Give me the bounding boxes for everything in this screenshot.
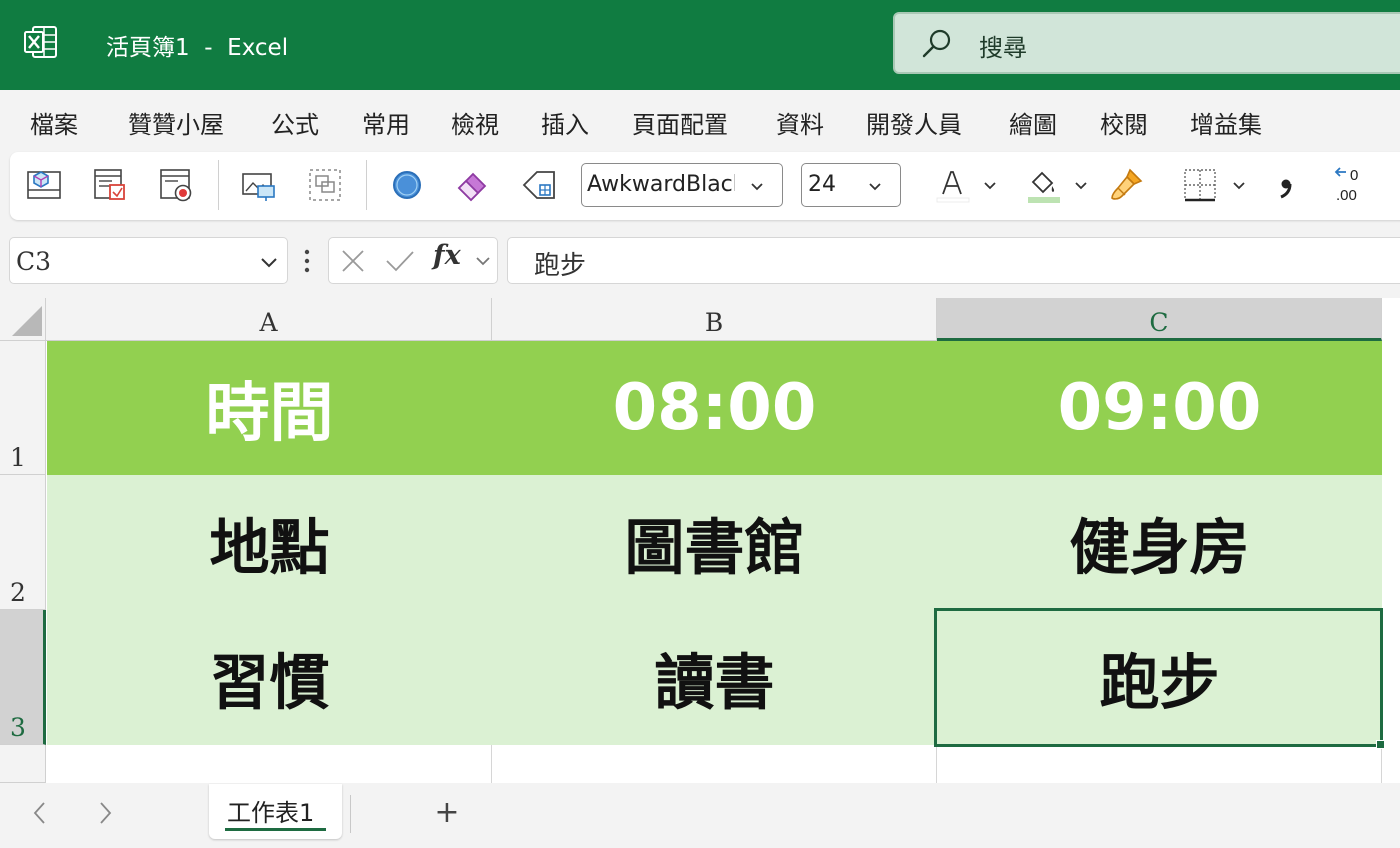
search-box[interactable]: 搜尋 — [893, 12, 1400, 74]
search-icon — [922, 29, 951, 58]
cell-a3[interactable]: 習慣 — [47, 610, 492, 745]
cell-value: 08:00 — [612, 371, 817, 445]
select-all-button[interactable] — [0, 298, 46, 341]
menu-item-developer[interactable]: 開發人員 — [866, 105, 962, 140]
format-painter-icon[interactable] — [1108, 166, 1146, 204]
chevron-down-icon — [869, 183, 881, 191]
3d-box-icon[interactable] — [26, 166, 64, 204]
search-placeholder: 搜尋 — [979, 34, 1027, 62]
cell-b3[interactable]: 讀書 — [492, 610, 937, 745]
chevron-down-icon[interactable] — [1232, 181, 1246, 191]
cell-c2[interactable]: 健身房 — [937, 475, 1382, 610]
row-header-1[interactable]: 1 — [0, 341, 46, 475]
cell-value: 09:00 — [1057, 371, 1262, 445]
decrease-decimal-label: .00 — [1336, 187, 1357, 204]
menu-item-file[interactable]: 檔案 — [30, 105, 78, 140]
name-box[interactable]: C3 — [9, 237, 288, 284]
cell-value: 地點 — [209, 513, 330, 583]
font-name-select[interactable]: AwkwardBlack — [581, 163, 783, 207]
row-header-label: 2 — [10, 578, 26, 607]
row-header-label: 3 — [10, 713, 26, 742]
menu-item-view[interactable]: 檢視 — [451, 105, 499, 140]
page-layout-icon[interactable] — [92, 166, 130, 204]
cell-b4[interactable] — [492, 745, 937, 783]
row-header-3[interactable]: 3 — [0, 610, 46, 745]
formula-buttons: fx — [328, 237, 498, 284]
insert-function-button[interactable]: fx — [433, 240, 461, 271]
cell-a4[interactable] — [47, 745, 492, 783]
comma-style-icon[interactable] — [1266, 166, 1304, 204]
chevron-down-icon — [261, 258, 277, 268]
ribbon-separator — [366, 160, 367, 210]
row-header-label: 1 — [10, 443, 26, 472]
font-size-value: 24 — [808, 172, 836, 197]
sheet-tab[interactable]: 工作表1 — [209, 784, 342, 839]
window-title: 活頁簿1 - Excel — [106, 35, 289, 61]
cell-b1[interactable]: 08:00 — [492, 341, 937, 475]
record-macro-icon[interactable] — [158, 166, 196, 204]
chevron-left-icon[interactable] — [30, 800, 50, 826]
cell-a2[interactable]: 地點 — [47, 475, 492, 610]
select-all-triangle-icon — [12, 306, 42, 336]
active-tab-underline — [225, 828, 326, 831]
borders-icon[interactable] — [1181, 166, 1219, 204]
eraser-icon[interactable] — [454, 166, 492, 204]
chevron-down-icon[interactable] — [1074, 181, 1088, 191]
group-objects-icon[interactable] — [306, 166, 344, 204]
more-options-icon[interactable] — [302, 247, 312, 275]
tag-icon[interactable] — [520, 166, 558, 204]
active-cell-border — [934, 608, 1383, 747]
fill-color-icon[interactable] — [1025, 166, 1063, 204]
cell-c4[interactable] — [937, 745, 1382, 783]
circle-shape-icon[interactable] — [388, 166, 426, 204]
column-header-b[interactable]: B — [492, 298, 937, 341]
menu-item-page-layout[interactable]: 頁面配置 — [632, 105, 728, 140]
menu-item-draw[interactable]: 繪圖 — [1009, 105, 1057, 140]
chevron-right-icon[interactable] — [95, 800, 115, 826]
decrease-decimal-icon[interactable]: 0 .00 — [1332, 166, 1370, 204]
cell-value: 健身房 — [1069, 513, 1250, 583]
cell-value: 時間 — [205, 377, 334, 451]
picture-icon[interactable] — [240, 166, 278, 204]
font-name-value: AwkwardBlack — [587, 172, 735, 197]
tab-separator — [350, 795, 351, 833]
chevron-down-icon — [751, 183, 763, 191]
column-header-a[interactable]: A — [46, 298, 492, 341]
cell-b2[interactable]: 圖書館 — [492, 475, 937, 610]
svg-text:0: 0 — [1350, 167, 1358, 184]
cell-value: 圖書館 — [624, 513, 805, 583]
menu-item-formulas[interactable]: 公式 — [271, 105, 319, 140]
cell-value: 習慣 — [209, 648, 330, 718]
row-header-4[interactable] — [0, 745, 46, 783]
menu-item-insert[interactable]: 插入 — [541, 105, 589, 140]
menu-item-zanzan[interactable]: 贊贊小屋 — [128, 105, 224, 140]
menu-item-data[interactable]: 資料 — [776, 105, 824, 140]
formula-value: 跑步 — [534, 251, 587, 281]
menu-item-review[interactable]: 校閱 — [1100, 105, 1148, 140]
ribbon-separator — [218, 160, 219, 210]
menu-item-home[interactable]: 常用 — [362, 105, 410, 140]
enter-check-icon[interactable] — [385, 249, 415, 273]
chevron-down-icon[interactable] — [475, 256, 491, 266]
cell-c1[interactable]: 09:00 — [937, 341, 1382, 475]
chevron-down-icon[interactable] — [983, 181, 997, 191]
cell-value: 讀書 — [654, 648, 775, 718]
excel-logo-icon — [24, 26, 57, 58]
formula-input[interactable]: 跑步 — [507, 237, 1400, 284]
fill-handle[interactable] — [1376, 740, 1385, 749]
font-color-icon[interactable] — [934, 166, 972, 204]
cancel-icon[interactable] — [341, 249, 365, 273]
plus-icon: + — [434, 800, 459, 826]
add-sheet-button[interactable]: + — [434, 800, 460, 826]
column-header-c[interactable]: C — [937, 298, 1382, 341]
menu-item-addins[interactable]: 增益集 — [1190, 105, 1262, 140]
name-box-value: C3 — [16, 247, 52, 276]
row-header-2[interactable]: 2 — [0, 475, 46, 610]
sheet-tab-label: 工作表1 — [227, 799, 315, 827]
font-size-select[interactable]: 24 — [801, 163, 901, 207]
cell-a1[interactable]: 時間 — [47, 341, 492, 475]
